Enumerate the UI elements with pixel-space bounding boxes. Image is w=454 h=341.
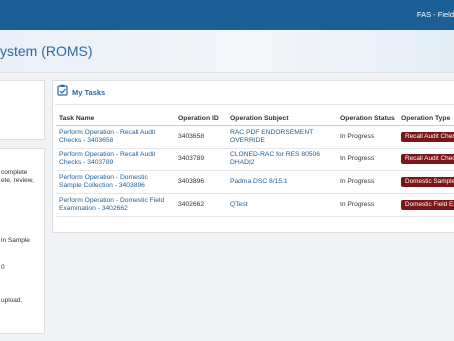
task-name-link[interactable]: Perform Operation - Domestic Sample Coll… xyxy=(56,170,175,194)
task-name-link[interactable]: Perform Operation - Recall Audit Checks … xyxy=(56,148,175,171)
left-panel-text: upload. xyxy=(1,297,23,304)
topbar-user-text[interactable]: FAS - Field xyxy=(417,10,454,19)
table-header-row: Task Name Operation ID Operation Subject… xyxy=(56,101,454,126)
app-title: ystem (ROMS) xyxy=(0,43,93,59)
operation-id: 3402662 xyxy=(175,193,227,217)
table-row: Perform Operation - Recall Audit Checks … xyxy=(56,125,454,149)
operation-type-badge: Recall Audit Chec xyxy=(401,154,454,164)
column-header-operation-subject[interactable]: Operation Subject xyxy=(227,101,337,126)
column-header-operation-type[interactable]: Operation Type xyxy=(398,101,454,126)
operation-status: In Progress xyxy=(337,170,398,194)
operation-type-cell: Recall Audit Chec xyxy=(398,125,454,149)
operation-id: 3403658 xyxy=(175,125,227,149)
table-row: Perform Operation - Recall Audit Checks … xyxy=(56,148,454,171)
column-header-operation-id[interactable]: Operation ID xyxy=(175,101,227,126)
left-panel-text: in Sample xyxy=(1,237,30,244)
tasks-checklist-icon xyxy=(57,83,68,101)
header-banner: ystem (ROMS) xyxy=(0,30,454,73)
column-header-task-name[interactable]: Task Name xyxy=(56,101,175,126)
operation-status: In Progress xyxy=(337,193,398,217)
left-panel-info: complete ete, review, in Sample 0 upload… xyxy=(0,148,45,334)
task-name-link[interactable]: Perform Operation - Domestic Field Exami… xyxy=(56,193,175,217)
my-tasks-title: My Tasks xyxy=(72,87,106,97)
left-panel-text: 0 xyxy=(1,264,5,271)
operation-subject-link[interactable]: Padma DSC 8/15.1 xyxy=(227,170,337,194)
column-header-operation-status[interactable]: Operation Status xyxy=(337,101,398,126)
banner-decoration xyxy=(234,30,454,72)
operation-subject-link[interactable]: RAC PDF ENDORSEMENT OVERRIDE xyxy=(227,125,337,149)
operation-type-cell: Recall Audit Chec xyxy=(398,148,454,171)
left-panel-top xyxy=(0,80,45,140)
operation-status: In Progress xyxy=(337,125,398,149)
operation-status: In Progress xyxy=(337,148,398,171)
operation-subject-link[interactable]: QTest xyxy=(227,193,337,217)
tasks-table: Task Name Operation ID Operation Subject… xyxy=(56,101,454,217)
top-navigation-bar: FAS - Field xyxy=(0,0,454,30)
my-tasks-header: My Tasks xyxy=(57,83,106,101)
task-name-link[interactable]: Perform Operation - Recall Audit Checks … xyxy=(56,125,175,149)
operation-type-badge: Domestic Field Exam xyxy=(401,199,454,210)
operation-type-cell: Domestic Field Exam xyxy=(398,193,454,217)
left-panel-text: ete, review, xyxy=(1,177,34,184)
operation-type-badge: Recall Audit Chec xyxy=(401,131,454,142)
operation-id: 3403896 xyxy=(175,170,227,194)
table-row: Perform Operation - Domestic Sample Coll… xyxy=(56,170,454,194)
operation-id: 3403789 xyxy=(175,148,227,171)
operation-type-badge: Domestic Sample Co xyxy=(401,176,454,187)
operation-subject-link[interactable]: CLONED-RAC for RES 80506 DHADI2 xyxy=(227,148,337,171)
table-row: Perform Operation - Domestic Field Exami… xyxy=(56,193,454,217)
operation-type-cell: Domestic Sample Co xyxy=(398,170,454,194)
